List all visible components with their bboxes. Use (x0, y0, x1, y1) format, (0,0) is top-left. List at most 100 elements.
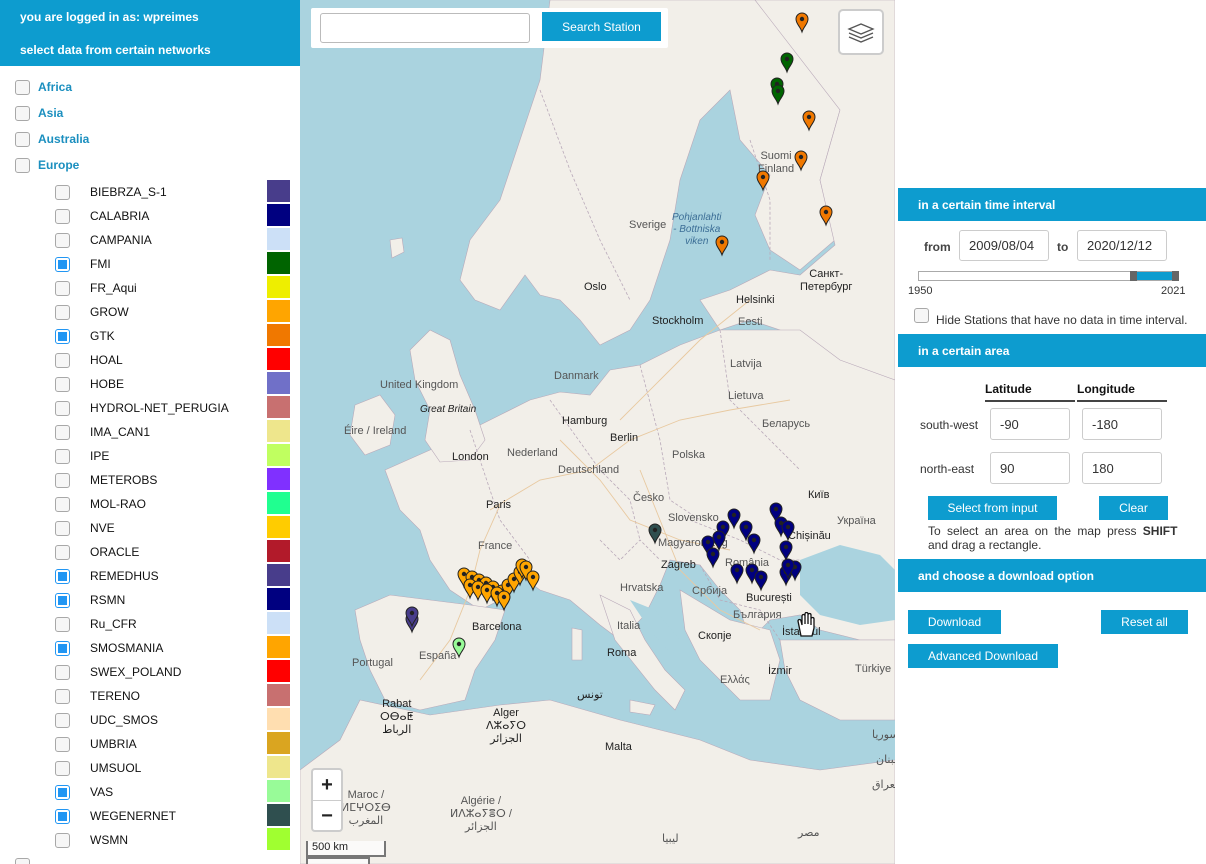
network-row[interactable]: WEGENERNET (55, 804, 290, 828)
network-label[interactable]: Ru_CFR (90, 617, 137, 631)
network-row[interactable]: IMA_CAN1 (55, 420, 290, 444)
continent-label[interactable]: Asia (38, 106, 63, 120)
network-checkbox[interactable] (55, 640, 70, 656)
network-checkbox[interactable] (55, 616, 70, 632)
network-row[interactable]: VAS (55, 780, 290, 804)
network-row[interactable]: FMI (55, 252, 290, 276)
station-marker[interactable] (497, 590, 511, 611)
network-label[interactable]: CALABRIA (90, 209, 149, 223)
continent-checkbox[interactable] (15, 858, 30, 864)
time-slider-end-handle[interactable] (1171, 271, 1179, 281)
station-marker[interactable] (754, 570, 768, 591)
network-label[interactable]: HOAL (90, 353, 123, 367)
network-row[interactable]: UDC_SMOS (55, 708, 290, 732)
sw-latitude-input[interactable]: -90 (990, 408, 1070, 440)
station-marker[interactable] (780, 52, 794, 73)
network-row[interactable]: GROW (55, 300, 290, 324)
network-row[interactable]: HOBE (55, 372, 290, 396)
network-row[interactable]: Ru_CFR (55, 612, 290, 636)
continent-checkbox[interactable] (15, 157, 30, 173)
network-row[interactable]: BIEBRZA_S-1 (55, 180, 290, 204)
network-checkbox[interactable] (55, 760, 70, 776)
network-checkbox[interactable] (55, 832, 70, 848)
network-label[interactable]: HOBE (90, 377, 124, 391)
network-label[interactable]: HYDROL-NET_PERUGIA (90, 401, 229, 415)
clear-area-button[interactable]: Clear (1099, 496, 1168, 520)
network-row[interactable]: RSMN (55, 588, 290, 612)
network-checkbox[interactable] (55, 232, 70, 248)
network-label[interactable]: UMBRIA (90, 737, 137, 751)
network-row[interactable]: SMOSMANIA (55, 636, 290, 660)
network-label[interactable]: UDC_SMOS (90, 713, 158, 727)
network-checkbox[interactable] (55, 544, 70, 560)
sw-longitude-input[interactable]: -180 (1082, 408, 1162, 440)
continent-checkbox[interactable] (15, 131, 30, 147)
network-label[interactable]: IMA_CAN1 (90, 425, 150, 439)
continent-label[interactable]: Australia (38, 132, 89, 146)
station-marker[interactable] (802, 110, 816, 131)
from-date-input[interactable]: 2009/08/04 (959, 230, 1049, 261)
network-row[interactable]: HYDROL-NET_PERUGIA (55, 396, 290, 420)
network-row[interactable]: UMBRIA (55, 732, 290, 756)
station-marker[interactable] (648, 523, 662, 544)
advanced-download-button[interactable]: Advanced Download (908, 644, 1058, 668)
network-label[interactable]: FR_Aqui (90, 281, 137, 295)
network-checkbox[interactable] (55, 352, 70, 368)
station-marker[interactable] (706, 547, 720, 568)
network-row[interactable]: WSMN (55, 828, 290, 852)
network-row[interactable]: UMSUOL (55, 756, 290, 780)
station-marker[interactable] (715, 235, 729, 256)
search-station-button[interactable]: Search Station (542, 12, 661, 41)
network-checkbox[interactable] (55, 664, 70, 680)
network-checkbox[interactable] (55, 808, 70, 824)
network-label[interactable]: BIEBRZA_S-1 (90, 185, 167, 199)
network-label[interactable]: NVE (90, 521, 115, 535)
continent-checkbox[interactable] (15, 79, 30, 95)
network-row[interactable]: METEROBS (55, 468, 290, 492)
network-row[interactable]: REMEDHUS (55, 564, 290, 588)
network-row[interactable]: GTK (55, 324, 290, 348)
network-label[interactable]: MOL-RAO (90, 497, 146, 511)
network-row[interactable]: NVE (55, 516, 290, 540)
network-row[interactable]: MOL-RAO (55, 492, 290, 516)
network-label[interactable]: WEGENERNET (90, 809, 176, 823)
download-button[interactable]: Download (908, 610, 1001, 634)
station-marker[interactable] (779, 540, 793, 561)
layers-control[interactable] (838, 9, 884, 55)
zoom-in-button[interactable]: + (313, 770, 341, 801)
continent-africa[interactable]: Africa (15, 77, 72, 97)
network-checkbox[interactable] (55, 712, 70, 728)
network-checkbox[interactable] (55, 376, 70, 392)
network-checkbox[interactable] (55, 736, 70, 752)
station-search-input[interactable] (320, 13, 530, 43)
network-row[interactable]: CAMPANIA (55, 228, 290, 252)
network-checkbox[interactable] (55, 784, 70, 800)
continent-checkbox[interactable] (15, 105, 30, 121)
network-row[interactable]: FR_Aqui (55, 276, 290, 300)
network-checkbox[interactable] (55, 496, 70, 512)
network-label[interactable]: METEROBS (90, 473, 157, 487)
station-marker[interactable] (756, 170, 770, 191)
continent-asia[interactable]: Asia (15, 103, 63, 123)
network-row[interactable]: ORACLE (55, 540, 290, 564)
network-label[interactable]: FMI (90, 257, 111, 271)
network-label[interactable]: RSMN (90, 593, 125, 607)
to-date-input[interactable]: 2020/12/12 (1077, 230, 1167, 261)
network-checkbox[interactable] (55, 448, 70, 464)
network-checkbox[interactable] (55, 328, 70, 344)
ne-longitude-input[interactable]: 180 (1082, 452, 1162, 484)
station-marker[interactable] (452, 637, 466, 658)
network-label[interactable]: GROW (90, 305, 129, 319)
ne-latitude-input[interactable]: 90 (990, 452, 1070, 484)
network-checkbox[interactable] (55, 424, 70, 440)
time-slider-track[interactable] (918, 271, 1179, 281)
network-label[interactable]: IPE (90, 449, 109, 463)
network-row[interactable]: SWEX_POLAND (55, 660, 290, 684)
station-map[interactable]: Suomi Finland Sverige Pohjanlahti - Bottni… (300, 0, 895, 864)
network-label[interactable]: SMOSMANIA (90, 641, 163, 655)
network-label[interactable]: SWEX_POLAND (90, 665, 181, 679)
station-marker[interactable] (712, 530, 726, 551)
network-label[interactable]: WSMN (90, 833, 128, 847)
hide-stations-checkbox[interactable] (914, 308, 929, 323)
network-checkbox[interactable] (55, 472, 70, 488)
